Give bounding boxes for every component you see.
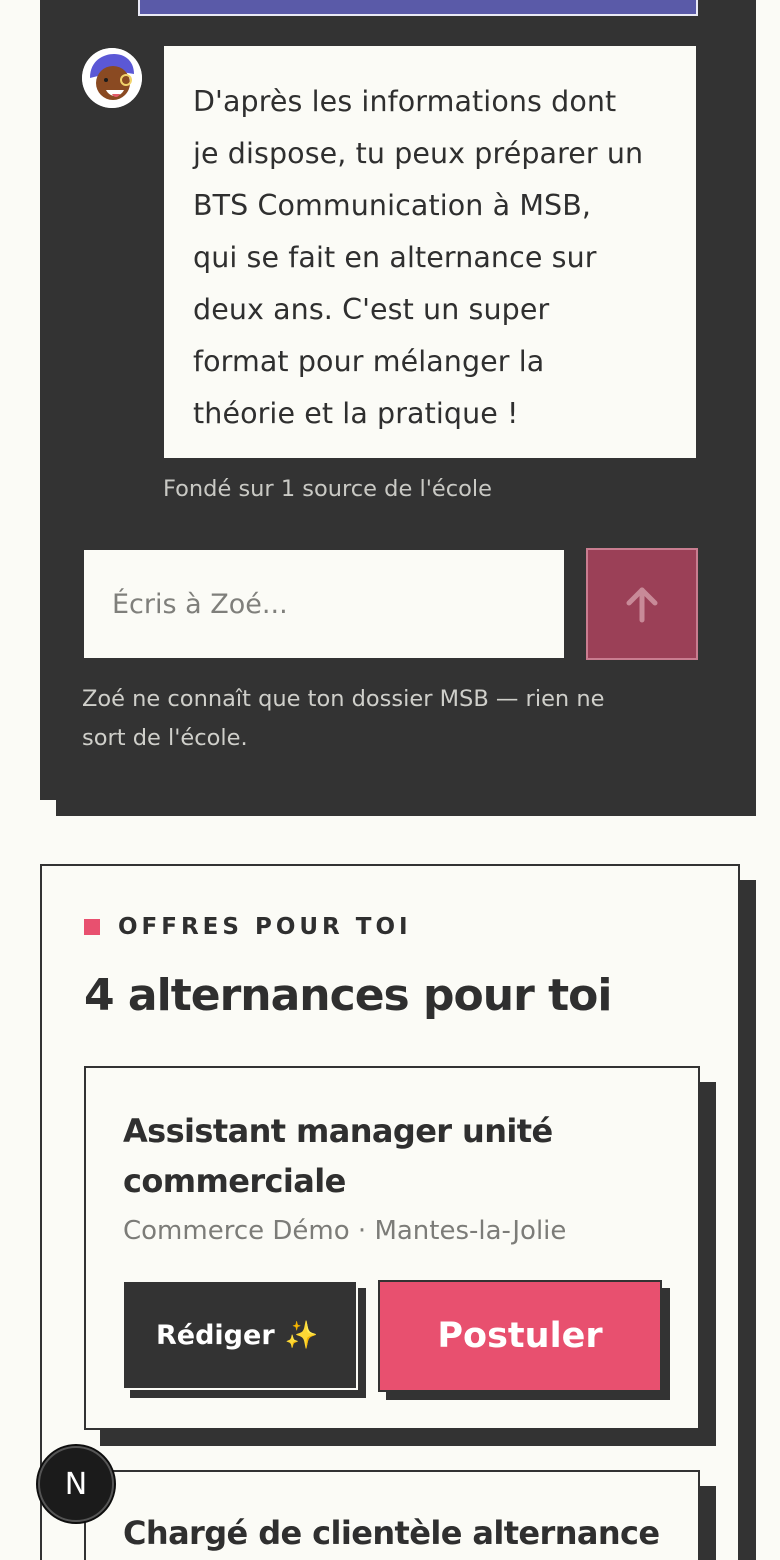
job-location: Mantes-la-Jolie bbox=[374, 1216, 567, 1246]
apply-button[interactable]: Postuler bbox=[378, 1280, 662, 1392]
sparkle-icon: ✨ bbox=[284, 1320, 319, 1351]
privacy-note-line: Zoé ne connaît que ton dossier MSB — rie… bbox=[82, 686, 605, 712]
chat-input[interactable]: Écris à Zoé... bbox=[84, 550, 564, 658]
chat-panel: D'après les informations dont je dispose… bbox=[40, 0, 740, 800]
eyebrow-square-icon bbox=[84, 919, 100, 935]
job-card[interactable]: Assistant manager unité commerciale Comm… bbox=[84, 1066, 700, 1430]
offers-card: OFFRES POUR TOI 4 alternances pour toi A… bbox=[40, 864, 740, 1560]
draft-button[interactable]: Rédiger ✨ bbox=[122, 1280, 358, 1390]
bot-message-line: D'après les informations dont bbox=[193, 85, 617, 118]
job-title-line: commerciale bbox=[123, 1162, 346, 1200]
chat-input-placeholder: Écris à Zoé... bbox=[112, 588, 288, 620]
offers-eyebrow: OFFRES POUR TOI bbox=[84, 914, 412, 940]
privacy-note-line: sort de l'école. bbox=[82, 725, 248, 751]
zoe-avatar-illustration bbox=[82, 48, 142, 108]
framework-badge[interactable]: N bbox=[38, 1446, 114, 1522]
job-card[interactable]: Chargé de clientèle alternance bbox=[84, 1470, 700, 1560]
eyebrow-label: OFFRES POUR TOI bbox=[118, 914, 412, 940]
bot-message-line: théorie et la pratique ! bbox=[193, 397, 519, 430]
job-title[interactable]: Chargé de clientèle alternance bbox=[123, 1508, 683, 1558]
offers-title: 4 alternances pour toi bbox=[84, 970, 612, 1021]
job-meta: Commerce Démo · Mantes-la-Jolie bbox=[123, 1216, 566, 1246]
zoe-avatar bbox=[82, 48, 142, 108]
job-title[interactable]: Assistant manager unité commerciale bbox=[123, 1106, 643, 1206]
arrow-up-icon bbox=[626, 587, 658, 623]
job-title-line: Assistant manager unité bbox=[123, 1112, 553, 1150]
bot-message-line: BTS Communication à MSB, bbox=[193, 189, 592, 222]
bot-message-text: D'après les informations dont je dispose… bbox=[193, 76, 668, 440]
bot-message-line: je dispose, tu peux préparer un bbox=[193, 137, 644, 170]
source-note[interactable]: Fondé sur 1 source de l'école bbox=[163, 476, 492, 502]
previous-user-message bbox=[138, 0, 698, 16]
bot-message-line: qui se fait en alternance sur bbox=[193, 241, 597, 274]
bot-message-line: format pour mélanger la bbox=[193, 345, 545, 378]
job-company: Commerce Démo bbox=[123, 1216, 350, 1246]
job-meta-separator: · bbox=[357, 1216, 367, 1246]
offers-card-shadow bbox=[740, 880, 756, 1560]
privacy-note: Zoé ne connaît que ton dossier MSB — rie… bbox=[82, 680, 682, 758]
bot-message-line: deux ans. C'est un super bbox=[193, 293, 550, 326]
draft-button-label: Rédiger bbox=[156, 1319, 275, 1351]
send-button[interactable] bbox=[586, 548, 698, 660]
bot-message-bubble: D'après les informations dont je dispose… bbox=[164, 46, 696, 458]
